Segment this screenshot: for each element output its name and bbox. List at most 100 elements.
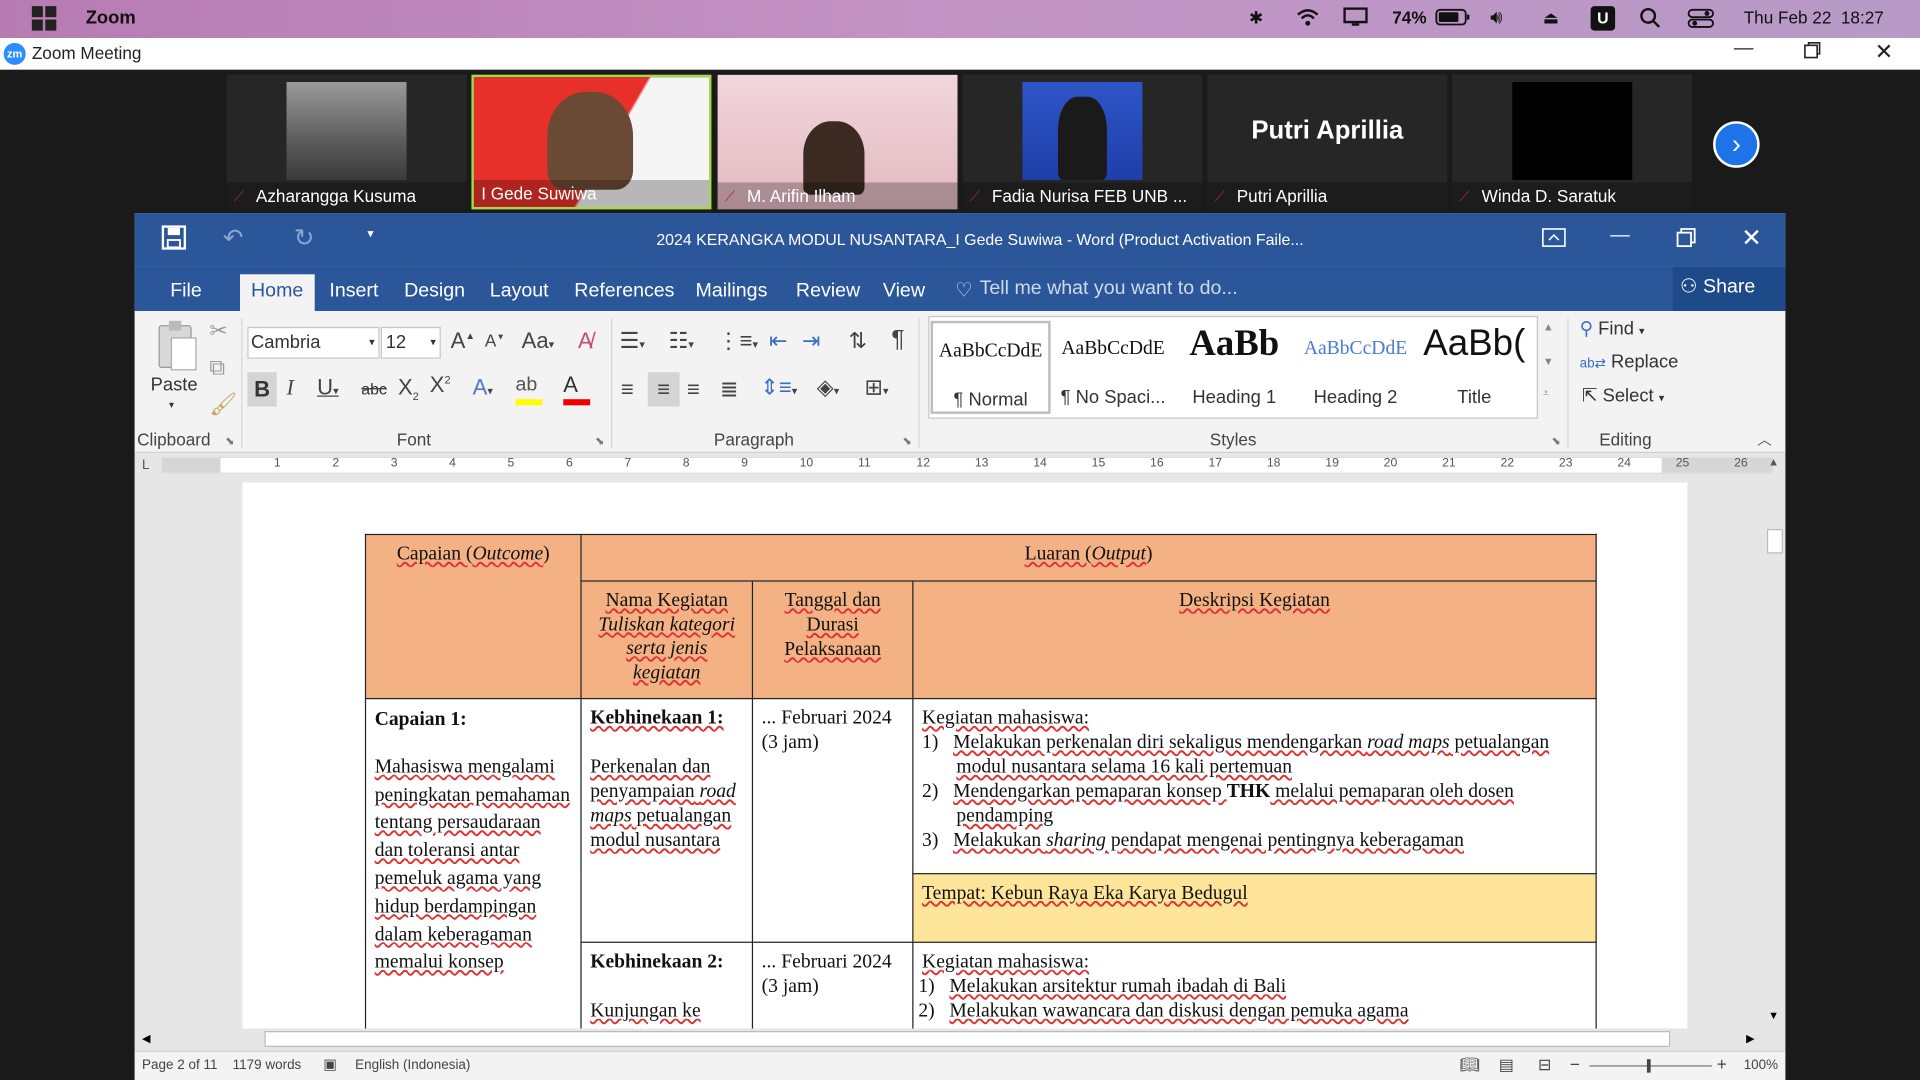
numbering-icon[interactable]: ☷▾ (669, 328, 694, 354)
eject-icon[interactable]: ⏏ (1543, 7, 1559, 28)
tab-home[interactable]: Home (240, 274, 315, 312)
windows-start-icon[interactable] (31, 6, 57, 31)
cell-deskripsi-1[interactable]: Kegiatan mahasiswa: 1) Melakukan perkena… (912, 697, 1597, 875)
styles-more-icon[interactable]: ⩡ (1543, 387, 1549, 400)
style-no-spacing[interactable]: AaBbCcDdE ¶ No Spaci... (1053, 320, 1174, 414)
tab-review[interactable]: Review (785, 274, 871, 311)
dialog-launcher-icon[interactable]: ⬊ (595, 435, 604, 448)
style-title[interactable]: AaBb( Title (1416, 320, 1532, 414)
cell-kebhinekaan-1[interactable]: Kebhinekaan 1: Perkenalan dan penyampaia… (580, 697, 754, 943)
tab-design[interactable]: Design (393, 274, 476, 311)
read-mode-icon[interactable]: 📖︎ (1460, 1056, 1480, 1076)
multilevel-list-icon[interactable]: ⋮≡▾ (718, 328, 758, 354)
scroll-left-icon[interactable]: ◀ (142, 1032, 150, 1045)
tab-layout[interactable]: Layout (479, 274, 560, 311)
restore-icon[interactable] (1676, 228, 1696, 254)
select-button[interactable]: ⇱ Select ▾ (1582, 384, 1664, 407)
cut-icon[interactable]: ✂ (209, 318, 227, 344)
zoom-slider-thumb[interactable] (1646, 1059, 1651, 1073)
participant-tile[interactable]: ⟋ M. Arifin Ilham (717, 74, 958, 210)
horizontal-scrollbar[interactable]: ◀ ▶ (134, 1028, 1786, 1051)
participant-tile[interactable]: ⟋ Winda D. Saratuk (1452, 74, 1693, 210)
next-page-arrow-icon[interactable]: › (1713, 121, 1760, 168)
underline-icon[interactable]: U▾ (317, 375, 338, 401)
tell-me-search[interactable]: Tell me what you want to do... (980, 278, 1238, 300)
document-page[interactable]: Capaian (Outcome) Luaran (Output) Nama K… (242, 482, 1688, 1029)
tab-selector-icon[interactable]: L (142, 458, 150, 473)
shading-icon[interactable]: ◈▾ (817, 375, 840, 401)
volume-icon[interactable]: 🔊︎ (1490, 7, 1502, 29)
zoom-in-icon[interactable]: + (1717, 1054, 1727, 1074)
copy-icon[interactable]: ⧉ (209, 355, 225, 381)
undo-icon[interactable]: ↶ (223, 223, 244, 254)
bold-button[interactable]: B (247, 372, 277, 407)
grow-font-icon[interactable]: A▲ (451, 328, 475, 354)
style-heading-1[interactable]: AaBb Heading 1 (1174, 320, 1295, 414)
clock[interactable]: Thu Feb 22 18:27 (1744, 7, 1884, 27)
scroll-down-icon[interactable]: ▼ (1768, 1009, 1779, 1021)
wifi-icon[interactable] (1296, 7, 1320, 30)
battery-icon[interactable] (1435, 7, 1472, 30)
zoom-level[interactable]: 100% (1744, 1058, 1778, 1073)
participant-tile-active[interactable]: I Gede Suwiwa (471, 74, 712, 210)
highlight-icon[interactable]: ab (515, 375, 558, 407)
share-button[interactable]: ⚇ Share (1672, 266, 1786, 312)
bullets-icon[interactable]: ☰▾ (620, 328, 645, 354)
cell-date-2[interactable]: ... Februari 2024 (3 jam) (751, 941, 914, 1029)
font-name-select[interactable]: Cambria ▾ (247, 326, 380, 359)
scrollbar-thumb[interactable] (1766, 528, 1783, 554)
page-count[interactable]: Page 2 of 11 (142, 1058, 217, 1073)
align-left-icon[interactable]: ≡ (621, 377, 634, 403)
bluetooth-icon[interactable]: ✱ (1249, 7, 1263, 28)
user-badge[interactable]: U (1590, 6, 1616, 31)
style-heading-2[interactable]: AaBbCcDdE Heading 2 (1295, 320, 1416, 414)
line-spacing-icon[interactable]: ⇕≡▾ (760, 375, 797, 401)
font-size-select[interactable]: 12 ▾ (380, 326, 441, 359)
cell-kebhinekaan-2[interactable]: Kebhinekaan 2: Kunjungan ke (580, 941, 754, 1029)
restore-icon[interactable] (1804, 42, 1821, 63)
close-icon[interactable]: ✕ (1875, 39, 1893, 65)
format-painter-icon[interactable]: 🖌︎ (209, 392, 237, 418)
paste-icon[interactable] (152, 318, 201, 374)
web-layout-icon[interactable]: ⊟ (1538, 1056, 1551, 1076)
font-color-icon[interactable]: A (563, 372, 600, 406)
header-deskripsi[interactable]: Deskripsi Kegiatan (912, 580, 1597, 700)
subscript-icon[interactable]: X2 (398, 375, 419, 403)
collapse-ribbon-icon[interactable]: ︿ (1757, 429, 1772, 450)
show-formatting-icon[interactable]: ¶ (891, 326, 904, 354)
search-icon[interactable] (1640, 7, 1662, 33)
header-tanggal[interactable]: Tanggal dan Durasi Pelaksanaan (751, 580, 914, 700)
tab-view[interactable]: View (872, 274, 936, 311)
scrollbar-thumb[interactable] (264, 1031, 1671, 1047)
save-icon[interactable] (161, 225, 187, 256)
text-effects-icon[interactable]: A▾ (473, 375, 493, 401)
cell-capaian-1[interactable]: Capaian 1: Mahasiswa mengalami peningkat… (364, 697, 582, 1029)
superscript-icon[interactable]: X2 (430, 372, 451, 398)
tab-insert[interactable]: Insert (318, 274, 389, 311)
redo-icon[interactable]: ↻ (294, 223, 315, 254)
align-right-icon[interactable]: ≡ (687, 377, 700, 403)
italic-icon[interactable]: I (287, 375, 294, 401)
control-center-icon[interactable] (1687, 7, 1714, 33)
print-layout-icon[interactable]: ▤ (1499, 1056, 1514, 1076)
borders-icon[interactable]: ⊞▾ (864, 375, 888, 401)
header-nama-kegiatan[interactable]: Nama Kegiatan Tuliskan kategori serta je… (580, 580, 754, 700)
cell-deskripsi-2[interactable]: Kegiatan mahasiswa: 1) Melakukan arsitek… (912, 941, 1597, 1029)
customize-toolbar-icon[interactable]: ▾ (367, 228, 373, 241)
paste-dropdown-icon[interactable]: ▾ (169, 399, 174, 410)
strikethrough-icon[interactable]: abc (361, 380, 387, 398)
participant-tile[interactable]: ⟋ Azharangga Kusuma (226, 74, 467, 210)
replace-button[interactable]: ab⇄ Replace (1580, 351, 1679, 372)
sort-icon[interactable]: ⇅ (849, 328, 867, 354)
paste-button[interactable]: Paste (151, 375, 198, 396)
header-capaian[interactable]: Capaian (Outcome) (364, 533, 582, 700)
proofing-icon[interactable]: ▣ (323, 1056, 337, 1073)
participant-tile[interactable]: ⟋ Fadia Nurisa FEB UNB ... (962, 74, 1203, 210)
minimize-icon[interactable]: — (1610, 225, 1630, 247)
change-case-icon[interactable]: Aa▾ (522, 328, 555, 354)
participant-tile[interactable]: Putri Aprillia ⟋ Putri Aprillia (1207, 74, 1448, 210)
close-icon[interactable]: ✕ (1741, 223, 1762, 254)
cell-tempat-1[interactable]: Tempat: Kebun Raya Eka Karya Bedugul (912, 873, 1597, 943)
styles-scroll-down-icon[interactable]: ▼ (1543, 355, 1554, 367)
increase-indent-icon[interactable]: ⇥ (802, 328, 820, 354)
